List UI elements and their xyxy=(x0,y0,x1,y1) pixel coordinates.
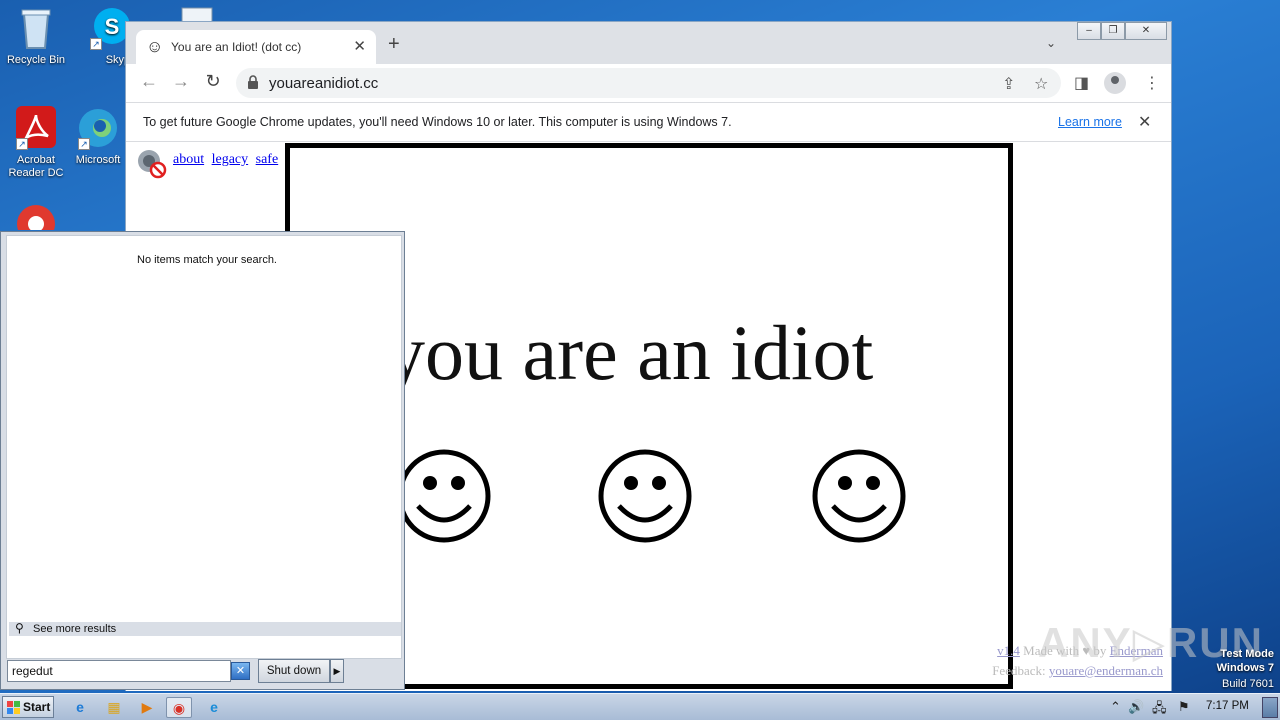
desktop-icon-chrome-partial[interactable] xyxy=(0,202,72,230)
start-button[interactable]: Start xyxy=(2,696,54,718)
minimize-button[interactable]: – xyxy=(1077,22,1101,40)
forward-icon[interactable]: → xyxy=(170,71,192,92)
legacy-link[interactable]: legacy xyxy=(212,152,249,167)
media-player-icon[interactable]: ▶ xyxy=(134,697,160,718)
tray-chevron-icon[interactable]: ⌃ xyxy=(1110,699,1121,715)
smiley-face-icon xyxy=(397,449,491,543)
close-window-button[interactable]: ✕ xyxy=(1125,22,1167,40)
volume-icon[interactable]: 🔊 xyxy=(1128,699,1144,715)
smiley-face-icon xyxy=(598,449,692,543)
back-icon[interactable]: ← xyxy=(138,71,160,92)
document-icon xyxy=(174,6,218,21)
desktop-icon-label: Microsoft xyxy=(75,154,121,166)
restore-button[interactable]: ❐ xyxy=(1101,22,1125,40)
start-label: Start xyxy=(23,700,51,714)
show-desktop-button[interactable] xyxy=(1262,697,1278,718)
taskbar: Start e ▦ ▶ ◉ e ⌃ 🔊 🖧 ⚑ 7:17 PM xyxy=(0,693,1280,720)
shut-down-options-arrow[interactable]: ▶ xyxy=(330,659,344,683)
infobar-message: To get future Google Chrome updates, you… xyxy=(143,115,732,129)
ie-icon[interactable]: e xyxy=(67,697,93,718)
version-link[interactable]: v1.4 xyxy=(997,643,1020,658)
start-search-input[interactable]: regedut xyxy=(7,660,231,682)
shortcut-arrow-icon: ↗ xyxy=(90,38,102,50)
svg-text:S: S xyxy=(105,14,120,39)
no-items-message: No items match your search. xyxy=(137,254,277,266)
smiley-face-icon xyxy=(812,449,906,543)
chrome-icon[interactable]: ◉ xyxy=(166,697,192,718)
headline: you are an idiot xyxy=(386,309,874,396)
desktop-icon-file-partial[interactable] xyxy=(160,6,232,21)
tab-search-icon[interactable]: ⌄ xyxy=(1046,36,1056,50)
windows-version-label: Windows 7 xyxy=(1216,662,1274,674)
share-icon[interactable]: ⇪ xyxy=(1002,74,1015,94)
tab-title: You are an Idiot! (dot cc) xyxy=(171,40,302,54)
edge-icon: ↗ xyxy=(76,106,120,150)
bookmark-star-icon[interactable]: ☆ xyxy=(1034,74,1048,94)
acrobat-icon: ↗ xyxy=(14,106,58,150)
magnifier-icon: ⚲ xyxy=(15,621,24,635)
address-bar[interactable]: youareanidiot.cc ⇪ ☆ xyxy=(236,68,1061,98)
lock-icon xyxy=(248,75,258,89)
shut-down-button[interactable]: Shut down xyxy=(258,659,330,683)
build-label: Build 7601 xyxy=(1222,678,1274,690)
tab-close-icon[interactable]: ✕ xyxy=(353,37,366,55)
see-more-label: See more results xyxy=(33,623,117,635)
toolbar: ← → ↻ youareanidiot.cc ⇪ ☆ ◨ ⋮ xyxy=(126,64,1171,102)
chrome-menu-icon[interactable]: ⋮ xyxy=(1144,73,1160,93)
recycle-bin-icon xyxy=(14,6,58,50)
desktop-icon-label: Recycle Bin xyxy=(6,54,66,66)
start-menu: No items match your search. ⚲ See more r… xyxy=(0,231,405,690)
new-tab-button[interactable]: + xyxy=(388,33,400,56)
windows-flag-icon xyxy=(7,701,20,714)
chrome-icon xyxy=(14,202,58,230)
tab-strip: ☺ You are an Idiot! (dot cc) ✕ + ⌄ – ❐ ✕ xyxy=(126,22,1171,64)
clock[interactable]: 7:17 PM xyxy=(1206,700,1249,712)
tab-active[interactable]: ☺ You are an Idiot! (dot cc) ✕ xyxy=(136,30,376,64)
edge-icon[interactable]: e xyxy=(201,697,227,718)
about-link[interactable]: about xyxy=(173,152,204,167)
top-links: about legacy safe xyxy=(173,152,282,168)
learn-more-link[interactable]: Learn more xyxy=(1058,115,1122,129)
search-results-pane: No items match your search. ⚲ See more r… xyxy=(6,235,402,659)
url-text: youareanidiot.cc xyxy=(269,75,379,92)
desktop-icon-edge[interactable]: ↗ Microsoft xyxy=(62,106,134,167)
desktop-icon-recycle-bin[interactable]: Recycle Bin xyxy=(0,6,72,67)
reload-icon[interactable]: ↻ xyxy=(202,71,224,92)
shortcut-arrow-icon: ↗ xyxy=(78,138,90,150)
update-infobar: To get future Google Chrome updates, you… xyxy=(126,102,1171,142)
shortcut-arrow-icon: ↗ xyxy=(16,138,28,150)
speaker-muted-icon[interactable] xyxy=(136,149,168,179)
explorer-icon[interactable]: ▦ xyxy=(101,697,127,718)
see-more-results-link[interactable]: ⚲ See more results xyxy=(9,621,401,636)
profile-avatar-icon[interactable] xyxy=(1104,72,1126,94)
infobar-close-icon[interactable]: ✕ xyxy=(1138,112,1151,132)
test-mode-label: Test Mode xyxy=(1220,648,1274,660)
clear-search-icon[interactable]: ✕ xyxy=(231,662,250,680)
side-panel-icon[interactable]: ◨ xyxy=(1074,73,1089,93)
network-icon[interactable]: 🖧 xyxy=(1152,699,1167,720)
safe-link[interactable]: safe xyxy=(256,152,279,167)
action-center-flag-icon[interactable]: ⚑ xyxy=(1178,699,1190,715)
smiley-favicon-icon: ☺ xyxy=(146,37,164,56)
